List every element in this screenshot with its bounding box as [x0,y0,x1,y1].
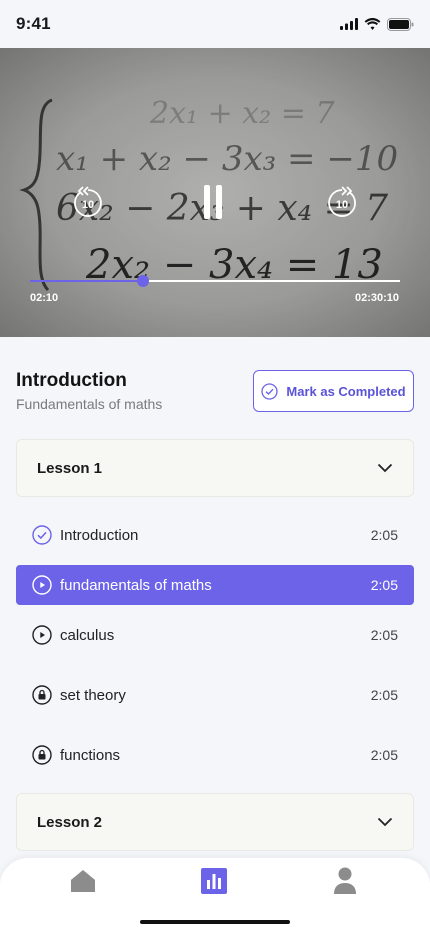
lesson-item-duration: 2:05 [370,527,398,543]
current-time: 02:10 [30,292,59,304]
nav-home-button[interactable] [68,866,98,896]
home-indicator [140,920,290,924]
signal-icon [340,18,358,30]
status-icons [340,17,414,31]
nav-stats-button[interactable] [199,866,229,896]
lesson-title: Lesson 1 [37,459,103,477]
play-circle-icon [32,575,52,595]
rewind-10-button[interactable]: 10 [71,186,105,220]
lesson-item-label: calculus [60,626,115,644]
mark-as-completed-label: Mark as Completed [286,383,406,399]
lesson-item[interactable]: Introduction 2:05 [16,515,414,555]
pause-icon [204,185,210,219]
wifi-icon [364,18,381,30]
seek-bar[interactable] [30,275,400,287]
pause-button[interactable] [200,185,226,219]
lesson-item-label: functions [60,746,121,764]
lesson-item-duration: 2:05 [370,577,398,593]
lesson-accordion-1[interactable]: Lesson 1 [16,439,414,497]
nav-profile-button[interactable] [330,866,360,896]
forward-10-button[interactable]: 10 [325,186,359,220]
lesson-item-locked[interactable]: functions 2:05 [16,735,414,775]
lesson-item-label: fundamentals of maths [60,576,212,594]
mark-as-completed-button[interactable]: Mark as Completed [253,370,414,412]
lesson-title: Lesson 2 [37,813,103,831]
status-bar: 9:41 [0,0,430,48]
play-circle-icon [32,625,52,645]
status-time: 9:41 [16,14,51,33]
course-title: Introduction [16,370,127,391]
seek-bar-progress [30,280,144,282]
lock-icon [32,685,52,705]
course-subtitle: Fundamentals of maths [16,396,163,412]
lesson-item-duration: 2:05 [370,687,398,703]
lesson-item[interactable]: calculus 2:05 [16,615,414,655]
lesson-item-label: Introduction [60,526,139,544]
rewind-seconds: 10 [81,198,95,211]
chart-icon [201,868,227,894]
lesson-item-label: set theory [60,686,126,704]
lesson-item-locked[interactable]: set theory 2:05 [16,675,414,715]
battery-icon [387,17,414,31]
lesson-item-duration: 2:05 [370,627,398,643]
forward-seconds: 10 [335,198,349,211]
lesson-item-duration: 2:05 [370,747,398,763]
total-time: 02:30:10 [354,292,399,304]
check-circle-icon [32,525,52,545]
check-circle-icon [261,382,279,400]
lesson-accordion-2[interactable]: Lesson 2 [16,793,414,851]
lock-icon [32,745,52,765]
profile-icon [334,867,356,894]
video-player[interactable]: 2x₁ + x₂ = 7 x₁ + x₂ − 3x₃ = −10 6x₂ − 2… [0,48,430,337]
chevron-down-icon [377,817,393,827]
lesson-item-active[interactable]: fundamentals of maths 2:05 [16,565,414,605]
chevron-down-icon [377,463,393,473]
home-icon [71,870,95,892]
bottom-nav [0,858,430,932]
